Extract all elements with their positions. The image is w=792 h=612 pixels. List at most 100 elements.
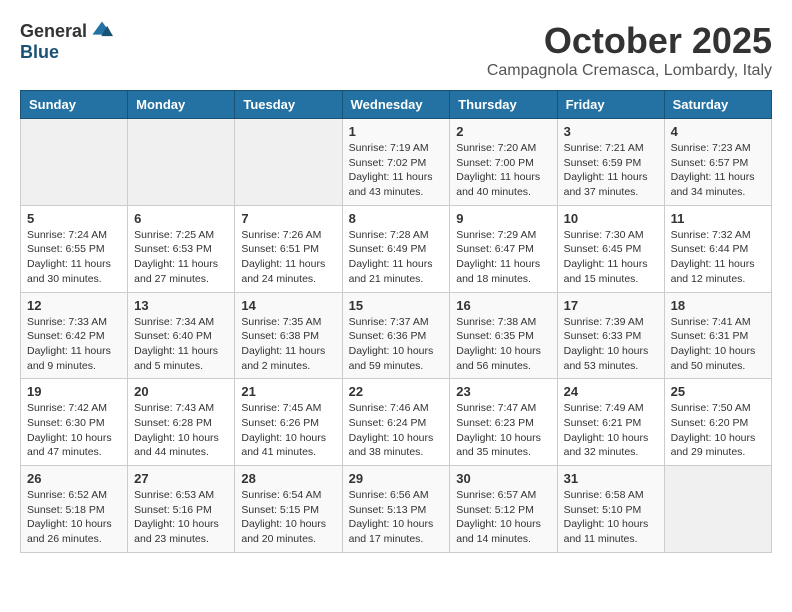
day-info: Sunrise: 7:42 AM Sunset: 6:30 PM Dayligh… — [27, 401, 121, 460]
header-cell-friday: Friday — [557, 91, 664, 119]
day-number: 6 — [134, 211, 228, 226]
day-number: 22 — [349, 384, 444, 399]
day-number: 17 — [564, 298, 658, 313]
day-number: 23 — [456, 384, 550, 399]
calendar-cell: 21 Sunrise: 7:45 AM Sunset: 6:26 PM Dayli… — [235, 379, 342, 466]
calendar-cell: 9Sunrise: 7:29 AM Sunset: 6:47 PM Daylig… — [450, 205, 557, 292]
calendar-cell: 17 Sunrise: 7:39 AM Sunset: 6:33 PM Dayli… — [557, 292, 664, 379]
day-info: Sunrise: 7:32 AM Sunset: 6:44 PM Dayligh… — [671, 228, 765, 287]
calendar-header-row: SundayMondayTuesdayWednesdayThursdayFrid… — [21, 91, 772, 119]
day-number: 16 — [456, 298, 550, 313]
day-info: Sunrise: 7:28 AM Sunset: 6:49 PM Dayligh… — [349, 228, 444, 287]
day-info: Sunrise: 6:52 AM Sunset: 5:18 PM Dayligh… — [27, 488, 121, 547]
calendar-cell: 15 Sunrise: 7:37 AM Sunset: 6:36 PM Dayli… — [342, 292, 450, 379]
calendar-body: 1 Sunrise: 7:19 AM Sunset: 7:02 PM Daylig… — [21, 119, 772, 553]
day-info: Sunrise: 7:46 AM Sunset: 6:24 PM Dayligh… — [349, 401, 444, 460]
calendar-cell: 29 Sunrise: 6:56 AM Sunset: 5:13 PM Dayli… — [342, 466, 450, 553]
calendar-cell: 28Sunrise: 6:54 AM Sunset: 5:15 PM Dayli… — [235, 466, 342, 553]
calendar-cell — [21, 119, 128, 206]
day-info: Sunrise: 7:24 AM Sunset: 6:55 PM Dayligh… — [27, 228, 121, 287]
calendar-cell: 18 Sunrise: 7:41 AM Sunset: 6:31 PM Dayli… — [664, 292, 771, 379]
day-number: 11 — [671, 211, 765, 226]
calendar-row: 19 Sunrise: 7:42 AM Sunset: 6:30 PM Dayli… — [21, 379, 772, 466]
day-info: Sunrise: 7:25 AM Sunset: 6:53 PM Dayligh… — [134, 228, 228, 287]
day-info: Sunrise: 7:30 AM Sunset: 6:45 PM Dayligh… — [564, 228, 658, 287]
day-number: 7 — [241, 211, 335, 226]
header-cell-tuesday: Tuesday — [235, 91, 342, 119]
day-number: 8 — [349, 211, 444, 226]
day-info: Sunrise: 7:34 AM Sunset: 6:40 PM Dayligh… — [134, 315, 228, 374]
calendar-cell: 30 Sunrise: 6:57 AM Sunset: 5:12 PM Dayli… — [450, 466, 557, 553]
calendar-cell — [235, 119, 342, 206]
day-info: Sunrise: 7:20 AM Sunset: 7:00 PM Dayligh… — [456, 141, 550, 200]
calendar-cell: 1 Sunrise: 7:19 AM Sunset: 7:02 PM Daylig… — [342, 119, 450, 206]
calendar-cell: 5Sunrise: 7:24 AM Sunset: 6:55 PM Daylig… — [21, 205, 128, 292]
calendar-row: 26Sunrise: 6:52 AM Sunset: 5:18 PM Dayli… — [21, 466, 772, 553]
day-number: 28 — [241, 471, 335, 486]
logo-blue-text: Blue — [20, 42, 59, 63]
day-info: Sunrise: 6:56 AM Sunset: 5:13 PM Dayligh… — [349, 488, 444, 547]
day-info: Sunrise: 7:19 AM Sunset: 7:02 PM Dayligh… — [349, 141, 444, 200]
day-info: Sunrise: 7:33 AM Sunset: 6:42 PM Dayligh… — [27, 315, 121, 374]
day-info: Sunrise: 7:49 AM Sunset: 6:21 PM Dayligh… — [564, 401, 658, 460]
calendar-cell: 16 Sunrise: 7:38 AM Sunset: 6:35 PM Dayli… — [450, 292, 557, 379]
day-number: 15 — [349, 298, 444, 313]
day-info: Sunrise: 7:43 AM Sunset: 6:28 PM Dayligh… — [134, 401, 228, 460]
day-info: Sunrise: 6:58 AM Sunset: 5:10 PM Dayligh… — [564, 488, 658, 547]
day-number: 13 — [134, 298, 228, 313]
logo-icon — [91, 20, 113, 42]
calendar-row: 5Sunrise: 7:24 AM Sunset: 6:55 PM Daylig… — [21, 205, 772, 292]
day-number: 1 — [349, 124, 444, 139]
day-info: Sunrise: 7:37 AM Sunset: 6:36 PM Dayligh… — [349, 315, 444, 374]
day-info: Sunrise: 7:21 AM Sunset: 6:59 PM Dayligh… — [564, 141, 658, 200]
calendar-table: SundayMondayTuesdayWednesdayThursdayFrid… — [20, 90, 772, 553]
day-info: Sunrise: 7:23 AM Sunset: 6:57 PM Dayligh… — [671, 141, 765, 200]
day-info: Sunrise: 7:45 AM Sunset: 6:26 PM Dayligh… — [241, 401, 335, 460]
logo: General Blue — [20, 20, 113, 63]
calendar-cell: 22 Sunrise: 7:46 AM Sunset: 6:24 PM Dayli… — [342, 379, 450, 466]
day-info: Sunrise: 6:53 AM Sunset: 5:16 PM Dayligh… — [134, 488, 228, 547]
day-number: 30 — [456, 471, 550, 486]
calendar-cell: 26Sunrise: 6:52 AM Sunset: 5:18 PM Dayli… — [21, 466, 128, 553]
calendar-cell: 13 Sunrise: 7:34 AM Sunset: 6:40 PM Dayli… — [128, 292, 235, 379]
calendar-cell: 7 Sunrise: 7:26 AM Sunset: 6:51 PM Daylig… — [235, 205, 342, 292]
day-number: 25 — [671, 384, 765, 399]
day-number: 29 — [349, 471, 444, 486]
day-number: 27 — [134, 471, 228, 486]
day-info: Sunrise: 6:57 AM Sunset: 5:12 PM Dayligh… — [456, 488, 550, 547]
day-number: 20 — [134, 384, 228, 399]
day-number: 4 — [671, 124, 765, 139]
calendar-cell — [664, 466, 771, 553]
day-info: Sunrise: 7:47 AM Sunset: 6:23 PM Dayligh… — [456, 401, 550, 460]
month-title: October 2025 — [487, 20, 772, 62]
calendar-cell: 11 Sunrise: 7:32 AM Sunset: 6:44 PM Dayli… — [664, 205, 771, 292]
day-number: 18 — [671, 298, 765, 313]
calendar-cell: 3 Sunrise: 7:21 AM Sunset: 6:59 PM Daylig… — [557, 119, 664, 206]
calendar-cell: 27 Sunrise: 6:53 AM Sunset: 5:16 PM Dayli… — [128, 466, 235, 553]
calendar-cell: 14Sunrise: 7:35 AM Sunset: 6:38 PM Dayli… — [235, 292, 342, 379]
day-info: Sunrise: 7:35 AM Sunset: 6:38 PM Dayligh… — [241, 315, 335, 374]
header-cell-monday: Monday — [128, 91, 235, 119]
logo-general-text: General — [20, 21, 87, 42]
day-number: 31 — [564, 471, 658, 486]
calendar-cell: 6 Sunrise: 7:25 AM Sunset: 6:53 PM Daylig… — [128, 205, 235, 292]
calendar-cell: 19 Sunrise: 7:42 AM Sunset: 6:30 PM Dayli… — [21, 379, 128, 466]
day-number: 9 — [456, 211, 550, 226]
page-header: General Blue October 2025 Campagnola Cre… — [20, 20, 772, 80]
day-number: 3 — [564, 124, 658, 139]
header-cell-sunday: Sunday — [21, 91, 128, 119]
day-info: Sunrise: 7:41 AM Sunset: 6:31 PM Dayligh… — [671, 315, 765, 374]
calendar-cell: 23 Sunrise: 7:47 AM Sunset: 6:23 PM Dayli… — [450, 379, 557, 466]
day-number: 19 — [27, 384, 121, 399]
day-info: Sunrise: 7:26 AM Sunset: 6:51 PM Dayligh… — [241, 228, 335, 287]
day-number: 24 — [564, 384, 658, 399]
calendar-cell: 4 Sunrise: 7:23 AM Sunset: 6:57 PM Daylig… — [664, 119, 771, 206]
day-number: 2 — [456, 124, 550, 139]
header-cell-thursday: Thursday — [450, 91, 557, 119]
day-number: 21 — [241, 384, 335, 399]
calendar-cell: 8 Sunrise: 7:28 AM Sunset: 6:49 PM Daylig… — [342, 205, 450, 292]
day-info: Sunrise: 7:38 AM Sunset: 6:35 PM Dayligh… — [456, 315, 550, 374]
location-title: Campagnola Cremasca, Lombardy, Italy — [487, 62, 772, 80]
day-info: Sunrise: 7:39 AM Sunset: 6:33 PM Dayligh… — [564, 315, 658, 374]
calendar-cell — [128, 119, 235, 206]
